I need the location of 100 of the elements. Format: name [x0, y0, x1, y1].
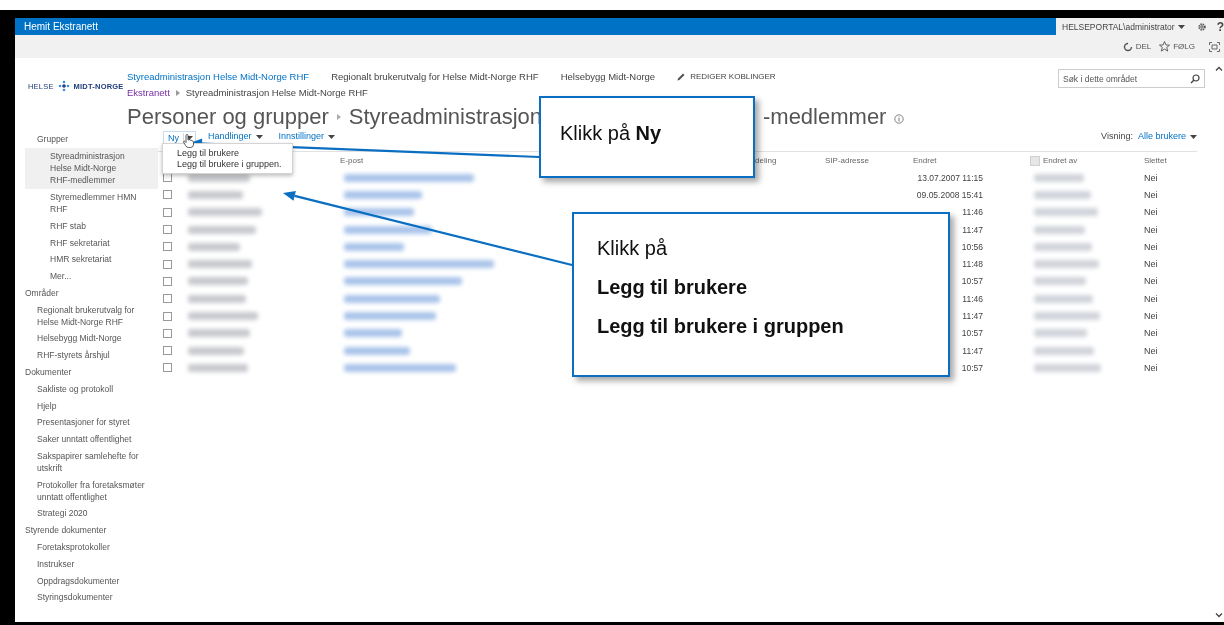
- view-selector[interactable]: Alle brukere: [1137, 131, 1197, 142]
- edit-links-button[interactable]: REDIGER KOBLINGER: [677, 72, 776, 81]
- table-cell-text: 10:56: [960, 241, 983, 252]
- scroll-up-icon[interactable]: [1214, 66, 1223, 71]
- sidebar-item[interactable]: Styremedlemmer HMN RHF: [25, 188, 144, 218]
- table-cell-text: 11:46: [961, 293, 983, 304]
- blurred-email: [344, 208, 414, 217]
- callout-text: Legg til brukere i gruppen: [597, 314, 845, 339]
- sidebar-heading[interactable]: Dokumenter: [25, 363, 158, 381]
- blurred-name: [188, 363, 248, 372]
- row-checkbox[interactable]: [163, 294, 172, 304]
- row-checkbox[interactable]: [163, 276, 172, 286]
- blurred-name: [188, 190, 243, 199]
- blurred-name: [1034, 346, 1094, 355]
- column-header[interactable]: SIP-adresse: [825, 156, 870, 165]
- table-cell: Nei: [1144, 259, 1158, 270]
- sidebar-heading[interactable]: Områder: [25, 284, 158, 302]
- sync-icon: [1122, 41, 1133, 52]
- blurred-name: [188, 173, 250, 182]
- caret-icon: [328, 134, 336, 139]
- blurred-name: [188, 277, 248, 286]
- sidebar-item[interactable]: Styringsdokumenter: [25, 588, 153, 606]
- chevron-icon: [336, 114, 341, 120]
- sidebar-item[interactable]: RHF stab: [25, 217, 144, 235]
- row-checkbox[interactable]: [163, 363, 172, 373]
- blurred-email: [344, 329, 402, 338]
- sidebar-item[interactable]: RHF-styrets årshjul: [25, 346, 153, 364]
- share-button[interactable]: DEL: [1122, 41, 1152, 52]
- blurred-name: [1034, 277, 1086, 286]
- table-cell-text: 10:57: [960, 276, 983, 287]
- caret-icon: [1190, 134, 1197, 139]
- sidebar-item[interactable]: Regionalt brukerutvalg for Helse Midt-Norge RHF: [25, 301, 153, 331]
- menu-button[interactable]: Handlinger: [208, 131, 263, 142]
- row-checkbox[interactable]: [163, 173, 172, 183]
- column-header[interactable]: E-post: [340, 156, 364, 165]
- settings-icon[interactable]: [1197, 20, 1206, 33]
- help-button[interactable]: ?: [1216, 19, 1224, 34]
- sidebar-item[interactable]: Sakliste og protokoll: [25, 380, 153, 398]
- row-checkbox[interactable]: [163, 225, 172, 235]
- row-checkbox[interactable]: [163, 311, 172, 321]
- callout-text: Klikk på Ny: [560, 122, 663, 145]
- menu-button[interactable]: Innstillinger: [278, 131, 336, 142]
- sidebar-item[interactable]: RHF sekretariat: [25, 234, 144, 251]
- blurred-email: [344, 242, 404, 251]
- table-cell-text: 11:47: [961, 224, 983, 235]
- follow-button[interactable]: FØLG: [1159, 41, 1195, 52]
- sidebar-item[interactable]: Oppdragsdokumenter: [25, 572, 153, 589]
- menu-item[interactable]: Legg til brukere Legg til brukere i gruppen.: [177, 148, 282, 170]
- chevron-icon: [175, 89, 180, 96]
- sidebar-item[interactable]: HMR sekretariat: [25, 250, 144, 268]
- blurred-name: [188, 225, 256, 234]
- blurred-name: [188, 260, 252, 269]
- blurred-name: [188, 294, 246, 303]
- scroll-down-icon[interactable]: [1214, 613, 1223, 618]
- sidebar-item[interactable]: Hjelp: [25, 397, 153, 414]
- row-checkbox[interactable]: [163, 242, 172, 252]
- site-title[interactable]: Hemit Ekstranett: [24, 21, 98, 32]
- table-cell: Nei: [1144, 241, 1158, 252]
- column-header[interactable]: Endret av: [1043, 156, 1078, 165]
- page-title: Styreadministrasjon: [348, 104, 542, 130]
- sidebar-item[interactable]: Styreadministrasjon Helse Midt-Norge RHF-medlemmer: [25, 147, 158, 189]
- table-cell: Nei: [1144, 276, 1158, 287]
- info-icon[interactable]: [894, 114, 905, 124]
- user-menu[interactable]: HELSEPORTAL\administrator: [1062, 21, 1185, 32]
- nav-link[interactable]: Regionalt brukerutvalg for Helse Midt-Norge RHF: [331, 71, 539, 82]
- table-cell: Nei: [1144, 224, 1158, 235]
- blurred-name: [1034, 208, 1098, 217]
- sidebar-item[interactable]: Saker unntatt offentlighet: [25, 430, 153, 448]
- column-header[interactable]: Endret: [913, 156, 937, 165]
- sidebar-heading[interactable]: Styrende dokumenter: [25, 521, 158, 539]
- table-cell-text: 11:47: [961, 311, 983, 321]
- table-cell: Nei: [1144, 362, 1158, 373]
- view-label: Visning:: [1101, 131, 1133, 142]
- breadcrumb-link[interactable]: Ekstranett: [127, 87, 170, 98]
- page-title: -medlemmer: [763, 104, 887, 130]
- callout-text: Klikk på: [597, 236, 669, 261]
- row-checkbox[interactable]: [163, 207, 172, 217]
- row-checkbox[interactable]: [163, 259, 172, 269]
- sidebar-item[interactable]: Foretaksprotokoller: [25, 538, 153, 556]
- row-checkbox[interactable]: [163, 346, 172, 356]
- sidebar-item[interactable]: Helsebygg Midt-Norge: [25, 330, 153, 347]
- column-header[interactable]: Slettet: [1144, 156, 1167, 165]
- search-field[interactable]: Søk i dette området: [1058, 69, 1205, 88]
- nav-link[interactable]: Styreadministrasjon Helse Midt-Norge RHF: [127, 71, 310, 82]
- focus-icon[interactable]: [1209, 41, 1220, 52]
- row-checkbox[interactable]: [163, 328, 172, 338]
- table-cell-text: 11:48: [961, 259, 983, 270]
- row-checkbox[interactable]: [163, 190, 172, 200]
- sidebar-heading[interactable]: Grupper: [25, 131, 158, 148]
- sidebar-item[interactable]: Instrukser: [25, 555, 153, 573]
- nav-link[interactable]: Helsebygg Midt-Norge: [560, 71, 656, 82]
- blurred-name: [1034, 242, 1092, 251]
- sidebar-item[interactable]: Sakspapirer samlehefte for utskrift: [25, 447, 153, 477]
- table-cell: Nei: [1144, 189, 1158, 200]
- column-icon: [1030, 155, 1040, 166]
- sidebar-item[interactable]: Protokoller fra foretaksmøter unntatt offentlighet: [25, 476, 153, 506]
- table-cell-text: 10:57: [960, 328, 983, 339]
- sidebar-item[interactable]: Strategi 2020: [25, 505, 153, 522]
- sidebar-item[interactable]: Mer...: [25, 267, 144, 285]
- sidebar-item[interactable]: Presentasjoner for styret: [25, 413, 153, 431]
